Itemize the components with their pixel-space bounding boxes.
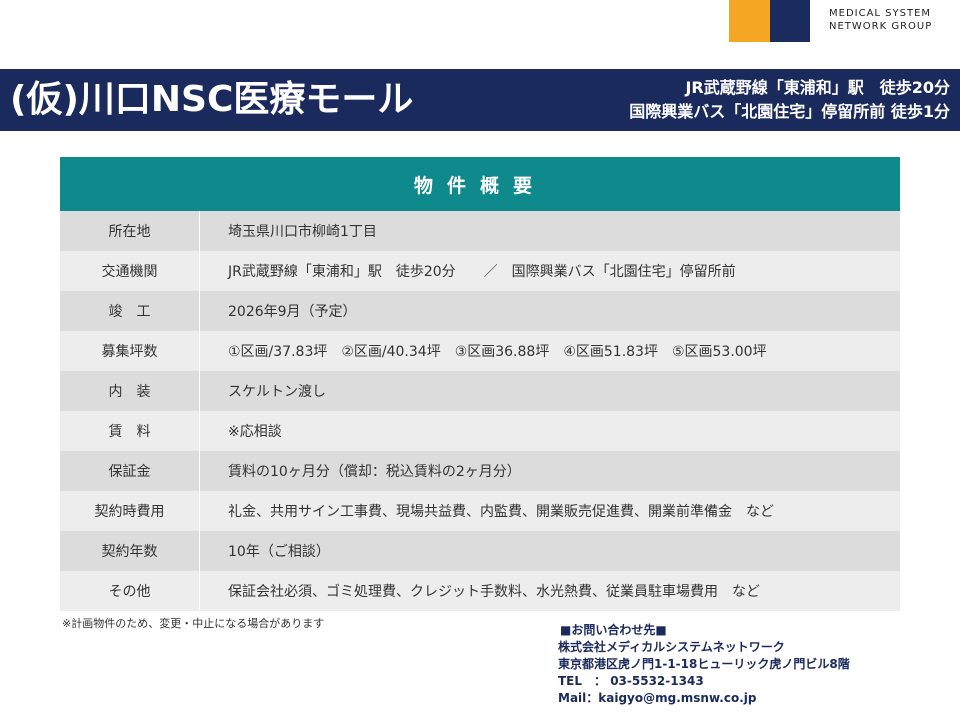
access-line-train: JR武蔵野線「東浦和」駅 徒歩20分 xyxy=(685,78,950,97)
company-logo-text: MEDICAL SYSTEM NETWORK GROUP xyxy=(829,7,932,33)
logo-line-2: NETWORK GROUP xyxy=(829,21,933,32)
logo-navy-block xyxy=(770,0,810,42)
access-line-bus: 国際興業バス「北園住宅」停留所前 徒歩1分 xyxy=(629,102,950,121)
row-label: 交通機関 xyxy=(60,251,200,291)
table-row: 竣 工 2026年9月（予定） xyxy=(60,291,900,331)
row-value: 埼玉県川口市柳崎1丁目 xyxy=(200,211,900,251)
table-body: 所在地 埼玉県川口市柳崎1丁目 交通機関 JR武蔵野線「東浦和」駅 徒歩20分 ／ 国… xyxy=(60,211,900,611)
row-value: JR武蔵野線「東浦和」駅 徒歩20分 ／ 国際興業バス「北園住宅」停留所前 xyxy=(200,251,900,291)
table-row: 募集坪数 ①区画/37.83坪 ②区画/40.34坪 ③区画36.88坪 ④区画5… xyxy=(60,331,900,371)
row-label: 内 装 xyxy=(60,371,200,411)
row-value: 10年（ご相談） xyxy=(200,531,900,571)
table-row: 内 装スケルトン渡し xyxy=(60,371,900,411)
table-row: 保証金 賃料の10ヶ月分（償却：税込賃料の2ヶ月分） xyxy=(60,451,900,491)
row-value: ①区画/37.83坪 ②区画/40.34坪 ③区画36.88坪 ④区画51.83… xyxy=(200,331,900,371)
disclaimer-note: ※計画物件のため、変更・中止になる場合があります xyxy=(62,617,325,630)
page-title: (仮)川口NSC医療モール xyxy=(10,79,414,120)
property-summary-table: 物件概要 所在地 埼玉県川口市柳崎1丁目 交通機関 JR武蔵野線「東浦和」駅 徒歩20… xyxy=(60,157,900,611)
row-label: その他 xyxy=(60,571,200,611)
row-value: ※応相談 xyxy=(200,411,900,451)
title-bar: (仮)川口NSC医療モール JR武蔵野線「東浦和」駅 徒歩20分 国際興業バス「… xyxy=(0,69,960,131)
logo-line-1: MEDICAL SYSTEM xyxy=(829,8,932,19)
row-label: 保証金 xyxy=(60,451,200,491)
row-label: 募集坪数 xyxy=(60,331,200,371)
table-row: 契約年数 10年（ご相談） xyxy=(60,531,900,571)
row-label: 所在地 xyxy=(60,211,200,251)
contact-company: 株式会社メディカルシステムネットワーク xyxy=(558,640,785,654)
row-value: 礼金、共用サイン工事費、現場共益費、内監費、開業販売促進費、開業前準備金 など xyxy=(200,491,900,531)
row-label: 契約年数 xyxy=(60,531,200,571)
logo-orange-block xyxy=(729,0,770,42)
table-heading: 物件概要 xyxy=(60,157,900,211)
access-info: JR武蔵野線「東浦和」駅 徒歩20分 国際興業バス「北園住宅」停留所前 徒歩1分 xyxy=(629,76,950,124)
table-row: 所在地 埼玉県川口市柳崎1丁目 xyxy=(60,211,900,251)
contact-tel: TEL ： 03-5532-1343 xyxy=(558,674,704,688)
contact-block: ■お問い合わせ先■ 株式会社メディカルシステムネットワーク 東京都港区虎ノ門1-… xyxy=(558,622,850,707)
row-value: 保証会社必須、ゴミ処理費、クレジット手数料、水光熱費、従業員駐車場費用 など xyxy=(200,571,900,611)
table-row: その他 保証会社必須、ゴミ処理費、クレジット手数料、水光熱費、従業員駐車場費用 な… xyxy=(60,571,900,611)
row-label: 契約時費用 xyxy=(60,491,200,531)
row-value: 2026年9月（予定） xyxy=(200,291,900,331)
row-label: 竣 工 xyxy=(60,291,200,331)
table-row: 交通機関 JR武蔵野線「東浦和」駅 徒歩20分 ／ 国際興業バス「北園住宅」停留所… xyxy=(60,251,900,291)
table-row: 契約時費用 礼金、共用サイン工事費、現場共益費、内監費、開業販売促進費、開業前準備… xyxy=(60,491,900,531)
contact-address: 東京都港区虎ノ門1-1-18ヒューリック虎ノ門ビル8階 xyxy=(558,657,850,671)
contact-mail[interactable]: Mail：kaigyo@mg.msnw.co.jp xyxy=(558,690,850,707)
row-value: スケルトン渡し xyxy=(200,371,900,411)
contact-heading: ■お問い合わせ先■ xyxy=(560,623,667,637)
row-value: 賃料の10ヶ月分（償却：税込賃料の2ヶ月分） xyxy=(200,451,900,491)
table-row: 賃 料 ※応相談 xyxy=(60,411,900,451)
row-label: 賃 料 xyxy=(60,411,200,451)
